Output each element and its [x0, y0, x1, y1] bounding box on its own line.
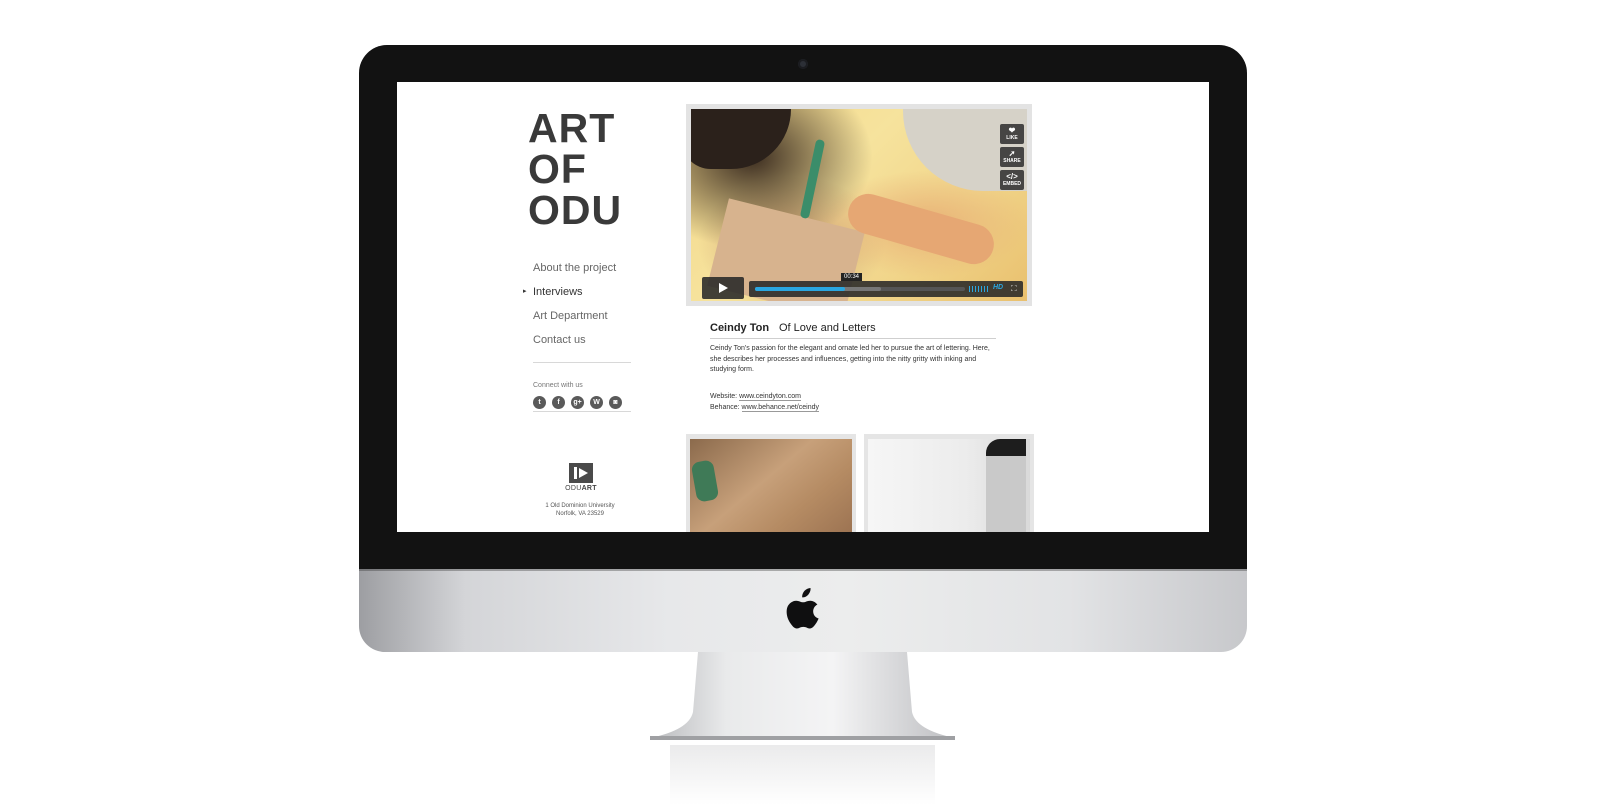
logo-line-3: ODU [528, 187, 623, 233]
like-label: LIKE [1006, 135, 1018, 141]
connect-label: Connect with us [533, 382, 583, 389]
website-link[interactable]: www.ceindyton.com [739, 393, 801, 401]
sidebar-divider-top [533, 362, 631, 363]
social-links: t f g+ W ◙ [533, 396, 622, 409]
video-scene-hair [691, 109, 791, 169]
video-scene-pen [799, 138, 826, 220]
share-button[interactable]: ➚ SHARE [1000, 147, 1024, 167]
share-label: SHARE [1003, 158, 1021, 164]
website-row: Website: www.ceindyton.com [710, 391, 819, 402]
wordmark-prefix: ODU [565, 485, 582, 492]
facebook-icon[interactable]: f [552, 396, 565, 409]
play-icon [719, 283, 728, 293]
hd-toggle[interactable]: HD [993, 284, 1003, 291]
embed-label: EMBED [1002, 181, 1022, 187]
sidebar-divider-bottom [533, 411, 631, 412]
stand-reflection [670, 745, 935, 805]
video-frame[interactable]: ❤ LIKE ➚ SHARE </> EMBED 00:34 HD ⛶ [691, 109, 1027, 301]
thumbnail-image-lettering [690, 439, 852, 532]
interviewee-name: Ceindy Ton [710, 322, 770, 334]
nav-item-interviews-label: Interviews [533, 286, 583, 298]
chin-divider [359, 569, 1247, 571]
logo-line-2: OF [528, 146, 587, 192]
description-divider [710, 338, 996, 339]
fullscreen-icon[interactable]: ⛶ [1011, 284, 1017, 294]
embed-button[interactable]: </> EMBED [1000, 170, 1024, 190]
interview-title: Of Love and Letters [779, 322, 876, 334]
wordmark-suffix: ART [581, 485, 597, 492]
nav-item-interviews[interactable]: ▸ Interviews [523, 284, 616, 308]
site-logo[interactable]: ART OF ODU [528, 108, 658, 231]
address: 1 Old Dominion University Norfolk, VA 23… [525, 502, 635, 518]
monitor-stand [650, 652, 955, 740]
address-line-2: Norfolk, VA 23529 [556, 511, 604, 517]
nav-item-art-department[interactable]: Art Department [533, 308, 616, 332]
apple-logo-icon [786, 588, 819, 629]
active-arrow-icon: ▸ [523, 288, 527, 295]
video-player[interactable]: ❤ LIKE ➚ SHARE </> EMBED 00:34 HD ⛶ [686, 104, 1032, 306]
nav-item-contact[interactable]: Contact us [533, 332, 616, 356]
wordpress-icon[interactable]: W [590, 396, 603, 409]
twitter-icon[interactable]: t [533, 396, 546, 409]
nav-item-about[interactable]: About the project [533, 260, 616, 284]
current-time: 00:34 [841, 273, 863, 281]
video-scene-arm [843, 189, 999, 269]
oduart-logo-icon[interactable] [569, 463, 593, 483]
thumbnail-image-photographer [868, 439, 1030, 532]
main-nav: About the project ▸ Interviews Art Depar… [523, 260, 616, 356]
heart-icon: ❤ [1008, 126, 1016, 135]
address-line-1: 1 Old Dominion University [545, 503, 615, 509]
interview-links: Website: www.ceindyton.com Behance: www.… [710, 391, 819, 413]
webcam [798, 59, 808, 69]
interview-description: Ceindy Ton's passion for the elegant and… [710, 345, 990, 373]
video-thumbnail-2[interactable] [864, 434, 1034, 532]
website-label: Website: [710, 393, 738, 400]
video-actions: ❤ LIKE ➚ SHARE </> EMBED [1000, 124, 1024, 190]
google-plus-icon[interactable]: g+ [571, 396, 584, 409]
progress-track[interactable] [755, 287, 965, 291]
progress-bar [755, 287, 846, 291]
behance-row: Behance: www.behance.net/ceindy [710, 402, 819, 413]
video-thumbnail-1[interactable] [686, 434, 856, 532]
instagram-icon[interactable]: ◙ [609, 396, 622, 409]
behance-label: Behance: [710, 404, 740, 411]
share-icon: ➚ [1008, 149, 1016, 158]
play-button[interactable] [702, 277, 744, 299]
like-button[interactable]: ❤ LIKE [1000, 124, 1024, 144]
website-screen: ART OF ODU About the project ▸ Interview… [397, 82, 1209, 532]
video-controls: HD ⛶ [749, 281, 1023, 297]
code-icon: </> [1006, 172, 1018, 181]
logo-line-1: ART [528, 105, 616, 151]
behance-link[interactable]: www.behance.net/ceindy [741, 404, 819, 412]
volume-icon[interactable] [969, 286, 989, 292]
oduart-wordmark: ODUART [558, 485, 604, 492]
